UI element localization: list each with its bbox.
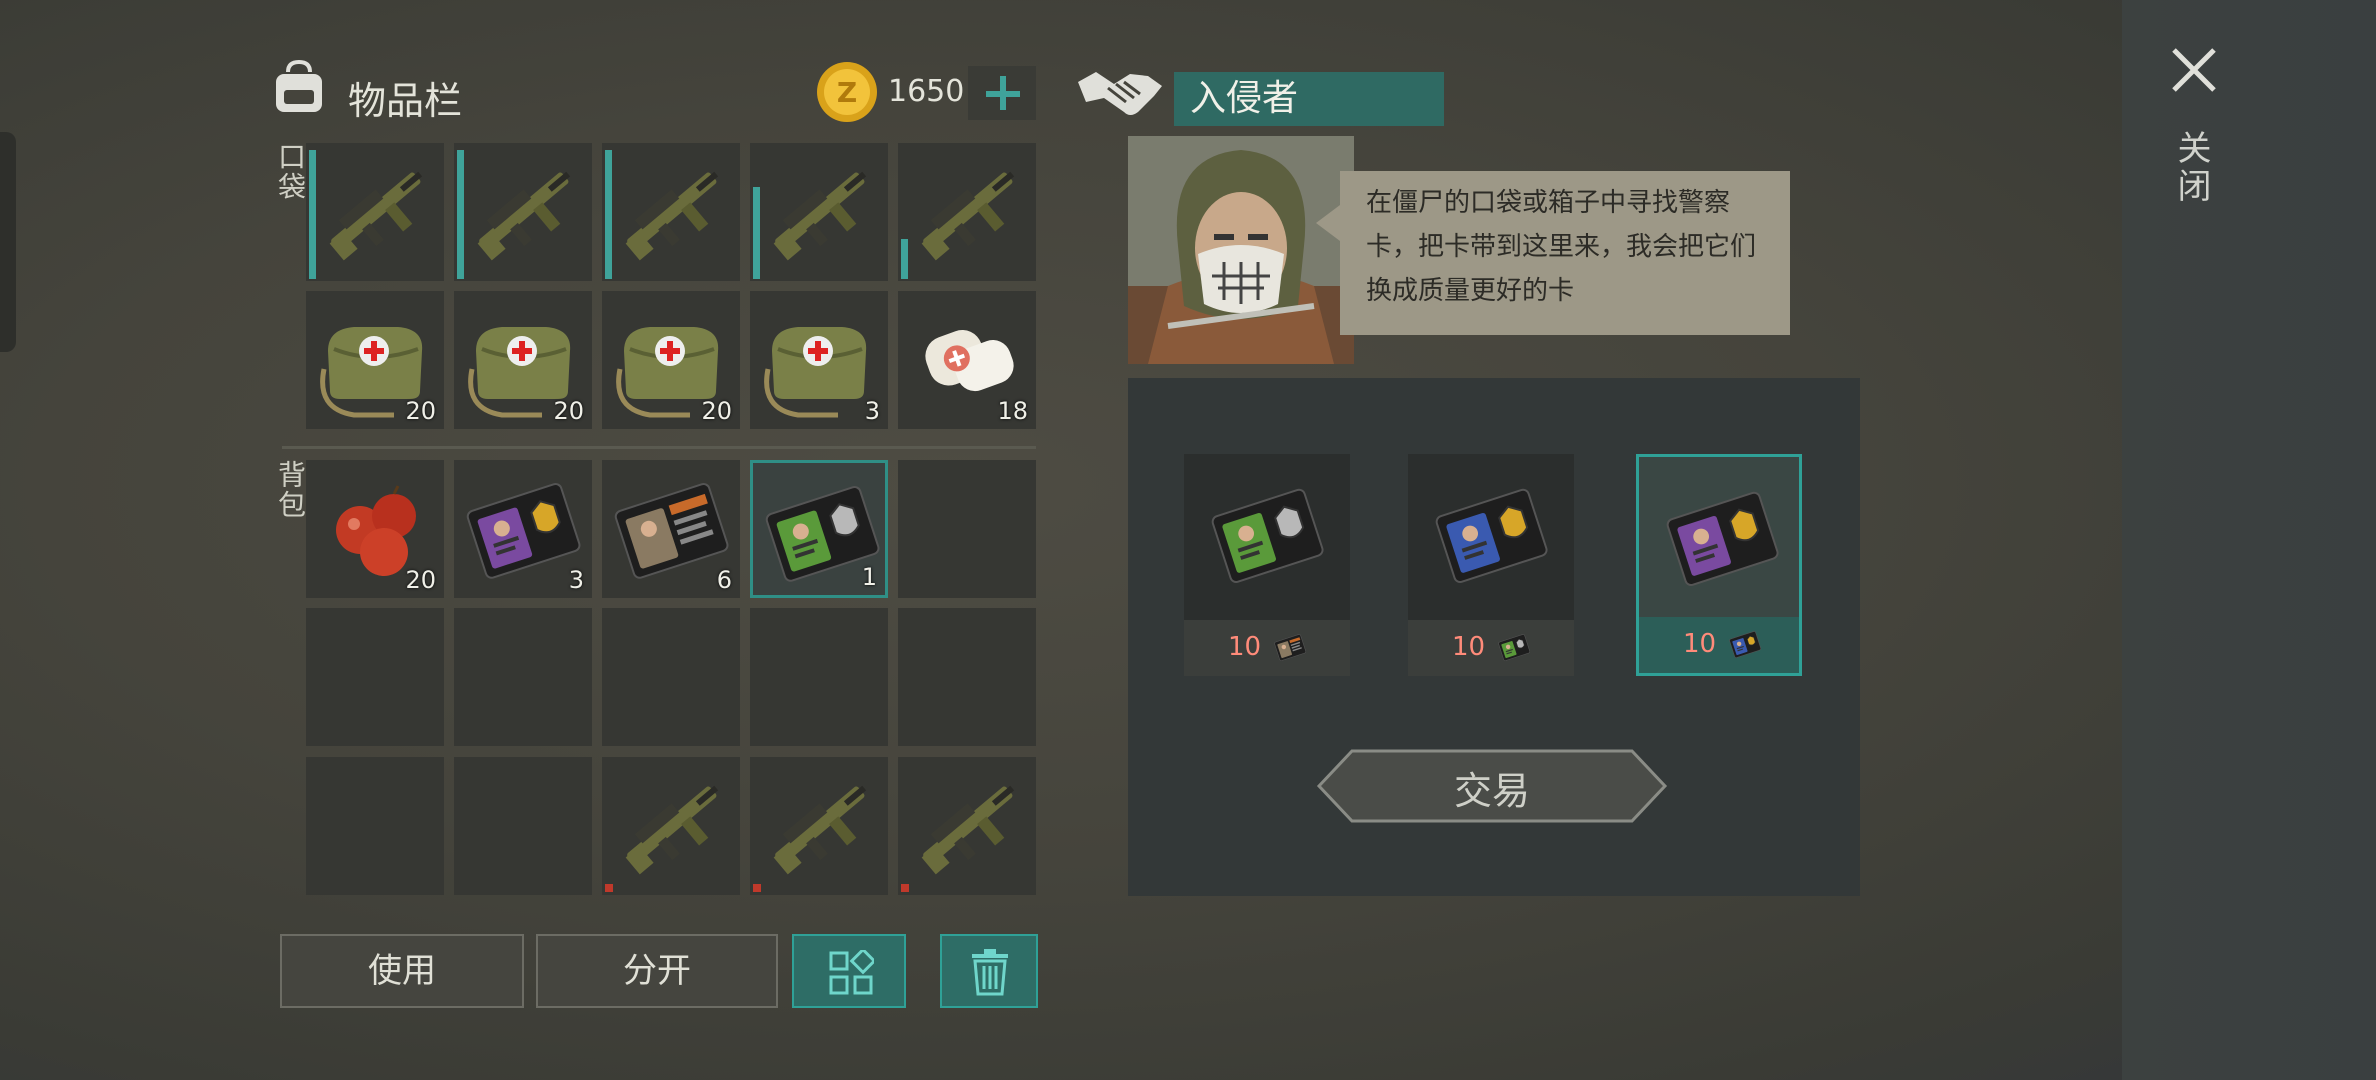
item-count: 3 <box>864 397 880 425</box>
coin-count: 1650 <box>888 74 965 109</box>
svg-text:Z: Z <box>837 76 857 109</box>
rifle-icon <box>921 171 1015 261</box>
pocket-slot[interactable] <box>898 143 1036 281</box>
backpack-slot[interactable] <box>750 757 888 895</box>
backpack-label: 背包 <box>274 460 307 520</box>
police-card-purple-icon <box>1666 491 1779 586</box>
backpack-slot[interactable] <box>602 757 740 895</box>
police-card-blue-icon <box>1435 488 1548 583</box>
discard-button[interactable] <box>940 934 1038 1008</box>
broken-indicator <box>901 884 909 892</box>
rifle-icon <box>773 785 867 875</box>
right-sidebar <box>2122 0 2376 1080</box>
backpack-slot[interactable]: 1 <box>750 460 888 598</box>
rifle-icon <box>625 171 719 261</box>
trader-portrait <box>1128 136 1354 364</box>
offer-cost: 10 <box>1408 620 1574 676</box>
empty-slot[interactable] <box>454 608 592 746</box>
police-card-purple-icon <box>466 483 581 579</box>
backpack-icon <box>276 60 322 112</box>
sort-button[interactable] <box>792 934 906 1008</box>
backpack-slot[interactable]: 6 <box>602 460 740 598</box>
empty-slot[interactable] <box>454 757 592 895</box>
rifle-icon <box>773 171 867 261</box>
patrol-officer-card-icon <box>1274 634 1307 661</box>
pocket-slot[interactable]: 3 <box>750 291 888 429</box>
backpack-slot[interactable]: 3 <box>454 460 592 598</box>
empty-slot[interactable] <box>750 608 888 746</box>
durability-bar <box>309 150 316 279</box>
side-handle[interactable] <box>0 132 16 352</box>
rifle-icon <box>477 171 571 261</box>
empty-slot[interactable] <box>898 608 1036 746</box>
pocket-slot[interactable] <box>454 143 592 281</box>
offer-cost: 10 <box>1639 617 1799 673</box>
broken-indicator <box>753 884 761 892</box>
medkit-bag-icon <box>764 327 867 418</box>
rifle-icon <box>921 785 1015 875</box>
broken-indicator <box>605 884 613 892</box>
backpack-slot[interactable] <box>898 757 1036 895</box>
item-count: 20 <box>405 566 436 594</box>
trash-icon <box>972 949 1008 996</box>
close-icon[interactable] <box>2168 44 2220 96</box>
empty-slot[interactable] <box>306 608 444 746</box>
coin-icon: Z <box>817 62 877 122</box>
handshake-icon <box>1078 72 1162 115</box>
backpack-slot[interactable]: 20 <box>306 460 444 598</box>
trade-button-label[interactable]: 交易 <box>1316 760 1668 815</box>
durability-bar <box>457 150 464 279</box>
durability-bar <box>901 239 908 279</box>
pocket-slot[interactable] <box>750 143 888 281</box>
patrol-officer-card-icon <box>614 483 729 579</box>
police-card-green-icon <box>1498 634 1531 661</box>
offer-cost-amount: 10 <box>1228 632 1262 662</box>
empty-slot[interactable] <box>898 460 1036 598</box>
item-count: 1 <box>861 563 877 591</box>
offer-cost-amount: 10 <box>1452 632 1486 662</box>
offer-cost: 10 <box>1184 620 1350 676</box>
pocket-slot[interactable]: 18 <box>898 291 1036 429</box>
pocket-slot[interactable]: 20 <box>602 291 740 429</box>
pocket-slot[interactable] <box>306 143 444 281</box>
add-coins-button[interactable] <box>968 66 1036 120</box>
trader-speech-bubble: 在僵尸的口袋或箱子中寻找警察卡，把卡带到这里来，我会把它们换成质量更好的卡 <box>1316 171 1790 335</box>
police-card-green-icon <box>1211 488 1324 583</box>
offer-cost-amount: 10 <box>1683 629 1717 659</box>
empty-slot[interactable] <box>306 757 444 895</box>
pocket-slot[interactable] <box>602 143 740 281</box>
section-divider <box>282 446 1036 449</box>
rifle-icon <box>329 171 423 261</box>
item-count: 20 <box>405 397 436 425</box>
trade-offer[interactable]: 10 <box>1408 454 1574 676</box>
trader-name: 入侵者 <box>1174 72 1444 126</box>
police-card-blue-icon <box>1729 631 1762 658</box>
pocket-slot[interactable]: 20 <box>306 291 444 429</box>
empty-slot[interactable] <box>602 608 740 746</box>
item-count: 3 <box>568 566 584 594</box>
item-count: 18 <box>997 397 1028 425</box>
grid-icon <box>829 950 874 995</box>
pocket-slot[interactable]: 20 <box>454 291 592 429</box>
trade-offer[interactable]: 10 <box>1184 454 1350 676</box>
rifle-icon <box>625 785 719 875</box>
trade-offer[interactable]: 10 <box>1636 454 1802 676</box>
close-label[interactable]: 关闭 <box>2171 130 2216 206</box>
item-count: 20 <box>553 397 584 425</box>
inventory-title: 物品栏 <box>348 79 463 123</box>
durability-bar <box>605 150 612 279</box>
item-count: 20 <box>701 397 732 425</box>
pockets-label: 口袋 <box>274 142 307 202</box>
use-button[interactable]: 使用 <box>280 934 524 1008</box>
item-count: 6 <box>716 566 732 594</box>
durability-bar <box>753 187 760 279</box>
split-button[interactable]: 分开 <box>536 934 778 1008</box>
